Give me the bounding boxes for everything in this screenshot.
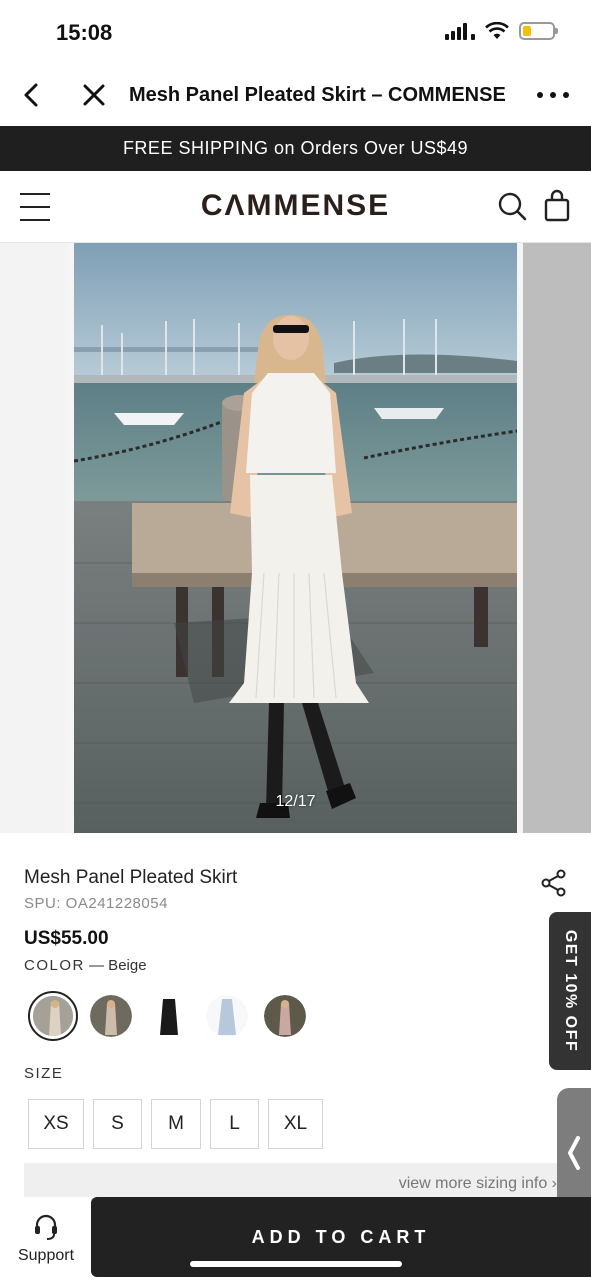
page-title: Mesh Panel Pleated Skirt – COMMENSE: [129, 84, 506, 106]
shipping-promo-banner[interactable]: FREE SHIPPING on Orders Over US$49: [0, 126, 591, 171]
discount-tab[interactable]: GET 10% OFF: [549, 912, 591, 1070]
headset-icon: [35, 1214, 57, 1240]
browser-nav-bar: Mesh Panel Pleated Skirt – COMMENSE: [0, 64, 591, 126]
product-spu: SPU: OA241228054: [24, 895, 168, 912]
swatch-beige[interactable]: [28, 991, 78, 1041]
status-time: 15:08: [56, 20, 113, 45]
previous-slide[interactable]: [0, 243, 68, 833]
image-counter: 12/17: [275, 793, 316, 810]
product-image[interactable]: 12/17: [74, 243, 517, 833]
shopping-bag-icon[interactable]: [543, 189, 571, 223]
wifi-icon: [485, 22, 509, 39]
search-icon[interactable]: [497, 191, 527, 223]
back-icon[interactable]: [18, 80, 46, 110]
size-label: SIZE: [24, 1065, 64, 1082]
support-button[interactable]: Support: [10, 1213, 82, 1269]
battery-icon: [519, 22, 558, 40]
status-bar: 15:08: [0, 0, 591, 64]
close-icon[interactable]: [80, 80, 108, 110]
home-indicator: [190, 1261, 402, 1267]
swatch-light-blue[interactable]: [206, 995, 248, 1037]
more-options-icon[interactable]: [537, 86, 569, 104]
color-row: COLOR — Beige: [24, 957, 147, 974]
share-icon[interactable]: [541, 869, 567, 897]
size-option-s[interactable]: S: [93, 1099, 142, 1149]
status-icons: [445, 22, 558, 40]
sizing-info-link[interactable]: view more sizing info ›: [24, 1163, 569, 1197]
cellular-signal-icon: [445, 22, 475, 40]
sizing-info-label: view more sizing info: [398, 1175, 548, 1192]
color-label: COLOR: [24, 957, 85, 974]
product-gallery[interactable]: 12/17: [0, 243, 591, 833]
size-option-m[interactable]: M: [151, 1099, 201, 1149]
swatch-beige-alt[interactable]: [90, 995, 132, 1037]
next-slide[interactable]: [523, 243, 591, 833]
color-value: — Beige: [89, 957, 147, 974]
chevron-left-icon: [568, 1136, 580, 1170]
support-label: Support: [17, 1247, 75, 1264]
bottom-action-bar: Support ADD TO CART: [0, 1197, 591, 1280]
product-price: US$55.00: [24, 928, 109, 949]
size-option-xs[interactable]: XS: [28, 1099, 84, 1149]
product-photo: [74, 243, 517, 833]
site-header: CɅMMENSE: [0, 171, 591, 243]
size-option-l[interactable]: L: [210, 1099, 259, 1149]
size-option-xl[interactable]: XL: [268, 1099, 323, 1149]
discount-label: GET 10% OFF: [562, 929, 580, 1053]
swatch-pink[interactable]: [264, 995, 306, 1037]
swatch-black[interactable]: [148, 995, 190, 1037]
product-name: Mesh Panel Pleated Skirt: [24, 867, 238, 888]
